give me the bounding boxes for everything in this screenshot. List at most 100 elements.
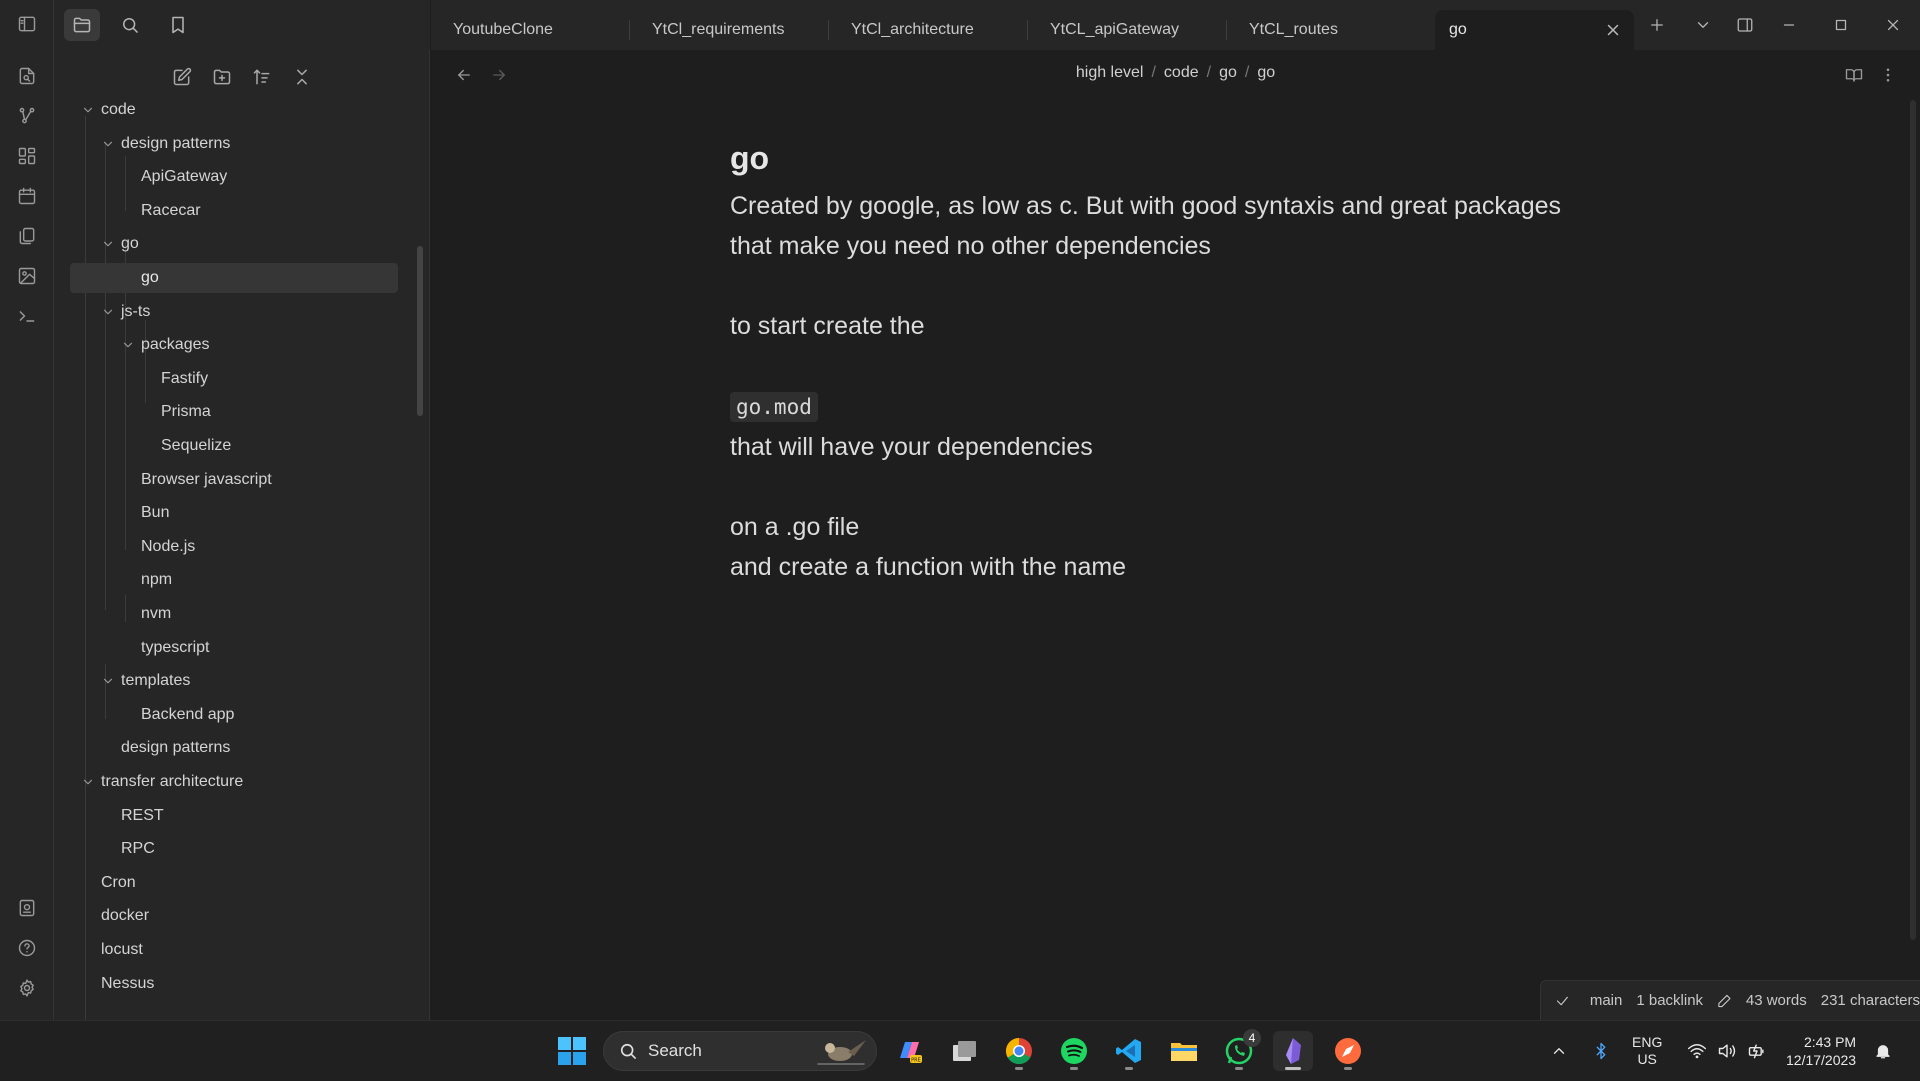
- show-hidden-icons-chevron-up-icon[interactable]: [1550, 1021, 1568, 1081]
- tab-go[interactable]: go: [1435, 10, 1634, 50]
- note-paragraph[interactable]: to start create the: [730, 306, 1630, 346]
- tree-folder[interactable]: packages: [54, 330, 394, 360]
- breadcrumb-item[interactable]: go: [1219, 64, 1237, 81]
- tree-file[interactable]: typescript: [54, 633, 394, 663]
- chevron-down-icon[interactable]: [81, 775, 95, 789]
- tree-folder[interactable]: js-ts: [54, 297, 394, 327]
- tree-file[interactable]: design patterns: [54, 733, 394, 763]
- graph-icon[interactable]: [13, 102, 41, 130]
- toggle-right-sidebar-icon[interactable]: [1729, 10, 1761, 40]
- image-plot-icon[interactable]: [13, 262, 41, 290]
- tree-file[interactable]: ApiGateway: [54, 162, 394, 192]
- pages-icon[interactable]: [13, 222, 41, 250]
- edit-mode-pencil-icon[interactable]: [1717, 993, 1732, 1009]
- backlinks-status[interactable]: 1 backlink: [1636, 992, 1703, 1009]
- tab-youtubeclone[interactable]: YoutubeClone: [431, 10, 630, 50]
- inline-code[interactable]: go.mod: [730, 392, 818, 422]
- battery-charging-icon[interactable]: [1746, 1021, 1768, 1081]
- tree-file[interactable]: npm: [54, 565, 394, 595]
- language-indicator[interactable]: ENG US: [1632, 1021, 1662, 1081]
- note-paragraph[interactable]: Created by google, as low as c. But with…: [730, 186, 1630, 226]
- tree-file[interactable]: Node.js: [54, 532, 394, 562]
- sort-order-icon[interactable]: [247, 62, 277, 92]
- file-search-icon[interactable]: [13, 62, 41, 90]
- notifications-bell-icon[interactable]: [1874, 1021, 1892, 1081]
- sidebar-scrollbar[interactable]: [417, 246, 423, 416]
- tree-file[interactable]: Browser javascript: [54, 465, 394, 495]
- bookmarks-tab-icon[interactable]: [160, 9, 196, 41]
- tree-file[interactable]: Racecar: [54, 196, 394, 226]
- tree-file[interactable]: Nessus: [54, 969, 394, 999]
- spotify-icon[interactable]: [1054, 1031, 1094, 1071]
- tab-ytcl-requirements[interactable]: YtCl_requirements: [630, 10, 829, 50]
- note-content[interactable]: go Created by google, as low as c. But w…: [730, 130, 1630, 587]
- reading-view-book-icon[interactable]: [1841, 62, 1867, 88]
- chrome-icon[interactable]: [999, 1031, 1039, 1071]
- breadcrumb-item[interactable]: go: [1257, 64, 1275, 81]
- editor-scrollbar[interactable]: [1910, 100, 1916, 940]
- wifi-icon[interactable]: [1686, 1021, 1708, 1081]
- tree-folder[interactable]: transfer architecture: [54, 767, 394, 797]
- tab-list-chevron-down-icon[interactable]: [1687, 10, 1719, 40]
- note-paragraph[interactable]: that will have your dependencies: [730, 427, 1630, 467]
- new-folder-icon[interactable]: [207, 62, 237, 92]
- tree-file[interactable]: Sequelize: [54, 431, 394, 461]
- bluetooth-icon[interactable]: [1592, 1021, 1610, 1081]
- note-paragraph[interactable]: that make you need no other dependencies: [730, 226, 1630, 266]
- tree-file[interactable]: Fastify: [54, 364, 394, 394]
- tree-folder[interactable]: design patterns: [54, 129, 394, 159]
- tab-ytcl-routes[interactable]: YtCL_routes: [1227, 10, 1426, 50]
- chevron-down-icon[interactable]: [121, 338, 135, 352]
- tree-file[interactable]: Backend app: [54, 700, 394, 730]
- files-tab-folder-icon[interactable]: [64, 9, 100, 41]
- taskbar-search-box[interactable]: Search: [603, 1031, 877, 1071]
- tree-file[interactable]: Cron: [54, 868, 394, 898]
- help-icon[interactable]: [13, 934, 41, 962]
- vault-switcher-icon[interactable]: [13, 894, 41, 922]
- tree-file[interactable]: Prisma: [54, 397, 394, 427]
- breadcrumb-item[interactable]: code: [1164, 64, 1199, 81]
- new-tab-icon[interactable]: [1641, 10, 1673, 40]
- clock[interactable]: 2:43 PM 12/17/2023: [1786, 1021, 1856, 1081]
- canvas-icon[interactable]: [13, 142, 41, 170]
- toggle-sidebar-icon[interactable]: [13, 10, 41, 38]
- sync-check-icon[interactable]: [1555, 993, 1570, 1009]
- tree-file[interactable]: RPC: [54, 834, 394, 864]
- chevron-down-icon[interactable]: [101, 674, 115, 688]
- search-tab-icon[interactable]: [112, 9, 148, 41]
- tree-file[interactable]: Bun: [54, 498, 394, 528]
- tree-folder[interactable]: code: [54, 95, 394, 125]
- chevron-down-icon[interactable]: [101, 237, 115, 251]
- calendar-icon[interactable]: [13, 182, 41, 210]
- tab-ytcl-architecture[interactable]: YtCl_architecture: [829, 10, 1028, 50]
- chevron-down-icon[interactable]: [81, 103, 95, 117]
- tree-file[interactable]: REST: [54, 801, 394, 831]
- tree-file[interactable]: nvm: [54, 599, 394, 629]
- maximize-icon[interactable]: [1825, 10, 1857, 40]
- close-window-icon[interactable]: [1877, 10, 1909, 40]
- breadcrumb-item[interactable]: high level: [1076, 64, 1144, 81]
- tree-file[interactable]: docker: [54, 901, 394, 931]
- note-code-line[interactable]: go.mod: [730, 386, 1630, 427]
- git-branch-status[interactable]: main: [1590, 992, 1623, 1009]
- terminal-icon[interactable]: [13, 302, 41, 330]
- tree-folder[interactable]: go: [54, 229, 394, 259]
- note-paragraph[interactable]: and create a function with the name: [730, 547, 1630, 587]
- volume-icon[interactable]: [1716, 1021, 1738, 1081]
- task-view-icon[interactable]: [944, 1031, 984, 1071]
- chevron-down-icon[interactable]: [101, 305, 115, 319]
- tree-folder[interactable]: templates: [54, 666, 394, 696]
- whatsapp-icon[interactable]: 4: [1219, 1029, 1261, 1071]
- obsidian-icon[interactable]: [1273, 1031, 1313, 1071]
- tab-ytcl-apigateway[interactable]: YtCL_apiGateway: [1028, 10, 1227, 50]
- settings-icon[interactable]: [13, 974, 41, 1002]
- more-options-icon[interactable]: [1875, 62, 1901, 88]
- start-windows-icon[interactable]: [552, 1031, 592, 1071]
- close-tab-icon[interactable]: [1604, 21, 1622, 39]
- file-explorer-icon[interactable]: [1164, 1031, 1204, 1071]
- note-paragraph[interactable]: on a .go file: [730, 507, 1630, 547]
- note-title[interactable]: go: [730, 130, 1630, 186]
- chevron-down-icon[interactable]: [101, 137, 115, 151]
- collapse-all-icon[interactable]: [287, 62, 317, 92]
- compass-app-icon[interactable]: [1328, 1031, 1368, 1071]
